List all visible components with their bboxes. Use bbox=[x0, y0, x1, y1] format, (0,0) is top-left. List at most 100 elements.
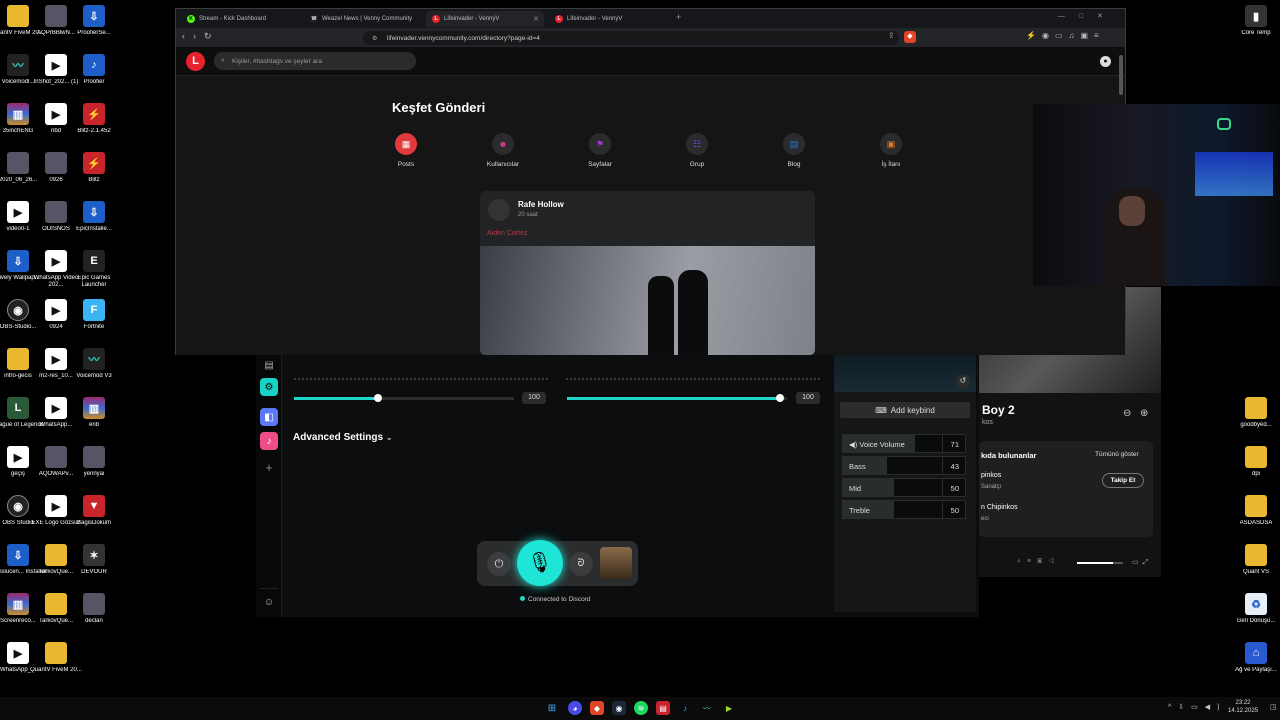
desktop-icon-label: geçiş bbox=[10, 471, 25, 477]
slider-1-track[interactable] bbox=[294, 394, 514, 402]
desktop-icon-label: declan bbox=[85, 618, 103, 624]
category-2[interactable]: ☻ Kullanıcılar bbox=[473, 133, 533, 168]
desktop-icon[interactable]: ⇩ EpicInstalle... bbox=[64, 201, 124, 233]
clock[interactable]: 23:22 14.12.2025 bbox=[1228, 699, 1258, 715]
desktop-icon[interactable]: ▼ BagisDokum bbox=[64, 495, 124, 527]
eq-row[interactable]: ◀) Voice Volume 71 bbox=[842, 434, 966, 453]
desktop-icon-label: Quant VS bbox=[1242, 569, 1269, 575]
slider-2-track[interactable] bbox=[567, 394, 787, 402]
category-1[interactable]: ▦ Posts bbox=[376, 133, 436, 168]
desktop-icon[interactable]: ⇩ ProofierSe... bbox=[64, 5, 124, 37]
tab-1[interactable]: K Stream - Kick Dashboard bbox=[181, 11, 299, 27]
follow-button[interactable]: Takip Et bbox=[1102, 473, 1144, 488]
desktop-icon[interactable]: E Epic Games Launcher bbox=[64, 250, 124, 289]
add-icon[interactable]: + bbox=[260, 458, 278, 476]
slider-1-handle[interactable] bbox=[373, 394, 382, 402]
category-6[interactable]: ▣ İş İlanı bbox=[861, 133, 921, 168]
voice-avatar[interactable] bbox=[600, 547, 632, 579]
account-icon[interactable]: ● bbox=[1100, 56, 1111, 67]
reset-icon[interactable]: ↺ bbox=[956, 374, 970, 388]
power-icon[interactable]: ⏻ bbox=[487, 552, 511, 576]
tab-4[interactable]: L Lifeinvader - VennyV bbox=[549, 11, 667, 27]
remove-icon[interactable]: ⊖ bbox=[1123, 408, 1131, 419]
voicemod-icon[interactable]: 〰 bbox=[700, 701, 714, 715]
category-4[interactable]: ☷ Grup bbox=[667, 133, 727, 168]
app-icon-red[interactable]: ▤ bbox=[656, 701, 670, 715]
credits-title: kıda bulunanlar bbox=[981, 451, 1037, 460]
microphone-button[interactable]: 🎙 bbox=[517, 540, 563, 586]
desktop-icon[interactable]: QuantV FiveM 20... bbox=[26, 642, 86, 674]
desktop-icon[interactable]: 〰 Voicemod V3 bbox=[64, 348, 124, 380]
app-icon-1[interactable]: ◧ bbox=[260, 408, 278, 426]
new-tab-button[interactable]: + bbox=[676, 12, 681, 22]
discord-icon[interactable]: ◕ bbox=[568, 701, 582, 715]
add-icon[interactable]: ⊕ bbox=[1140, 408, 1148, 419]
player-controls[interactable]: ⌕≡▣◁ bbox=[1017, 558, 1060, 566]
desktop-icon[interactable]: dpi bbox=[1226, 446, 1280, 478]
desktop-icon[interactable]: ♻ Geri Dönüşü... bbox=[1226, 593, 1280, 625]
app-icon-2[interactable]: ♪ bbox=[260, 432, 278, 450]
post-author[interactable]: Rafe Hollow bbox=[518, 200, 564, 209]
fullscreen-icon[interactable]: ▭⤢ bbox=[1132, 558, 1152, 567]
url-field[interactable]: ⚙ lifeinvader.vennycommunity.com/director… bbox=[363, 31, 899, 45]
scrollbar[interactable] bbox=[1119, 55, 1123, 95]
brave-icon[interactable]: ◆ bbox=[590, 701, 604, 715]
brave-shield-icon[interactable]: ◆ bbox=[904, 31, 916, 43]
desktop-icon[interactable]: F Fortnite bbox=[64, 299, 124, 331]
eq-name: Treble bbox=[849, 506, 870, 515]
settings-icon[interactable]: ⚙ bbox=[260, 378, 278, 396]
eq-row[interactable]: Treble 50 bbox=[842, 500, 966, 519]
category-3[interactable]: ⚑ Sayfalar bbox=[570, 133, 630, 168]
desktop-icon[interactable]: ⚡ Blitz-2.1.452 bbox=[64, 103, 124, 135]
nav-buttons[interactable]: ‹›↻ bbox=[182, 31, 220, 42]
avatar[interactable] bbox=[488, 199, 510, 221]
share-icon[interactable]: ⇪ bbox=[888, 31, 895, 40]
toolbar-icons[interactable]: ⚡◉▭♫▣≡ bbox=[1026, 31, 1105, 40]
desktop-icon[interactable]: Quant VS bbox=[1226, 544, 1280, 576]
tray-icons[interactable]: ^⇩▭◀) bbox=[1168, 703, 1226, 711]
desktop-icon[interactable]: ASDASDSA bbox=[1226, 495, 1280, 527]
desktop-icon[interactable]: ▮ Core Temp bbox=[1226, 5, 1280, 37]
track-title: Boy 2 bbox=[982, 403, 1015, 417]
site-info-icon[interactable]: ⚙ bbox=[372, 35, 377, 42]
category-5[interactable]: ▤ Blog bbox=[764, 133, 824, 168]
user-icon[interactable]: ☺ bbox=[260, 593, 278, 611]
eq-row[interactable]: Mid 50 bbox=[842, 478, 966, 497]
desktop-icon[interactable]: ▥ enb bbox=[64, 397, 124, 429]
proofier-icon[interactable]: ♪ bbox=[678, 701, 692, 715]
site-logo[interactable]: L bbox=[186, 52, 205, 71]
desktop-icon[interactable]: goodbyed... bbox=[1226, 397, 1280, 429]
desktop-icon[interactable]: yennyai bbox=[64, 446, 124, 478]
volume-track[interactable] bbox=[1077, 562, 1123, 564]
mixer-icon[interactable]: ▤ bbox=[260, 356, 278, 374]
start-button[interactable]: ⊞ bbox=[545, 701, 559, 715]
desktop-icon-label: BagisDokum bbox=[76, 520, 111, 526]
eq-value: 50 bbox=[950, 484, 959, 493]
eq-divider bbox=[942, 501, 943, 518]
site-search[interactable]: ⌕ Kişiler, #hashtags ve şeyler ara bbox=[214, 52, 416, 70]
credits-card: kıda bulunanlar Tümünü göster pinkos San… bbox=[979, 441, 1153, 537]
post-mention[interactable]: Aiden Cortez bbox=[487, 230, 527, 237]
desktop-icon[interactable]: ⚡ Blitz bbox=[64, 152, 124, 184]
desktop-icon-label: 0924 bbox=[49, 324, 63, 330]
post-image[interactable] bbox=[480, 246, 815, 355]
window-controls[interactable]: —□✕ bbox=[1058, 12, 1117, 20]
desktop-icon[interactable]: ✶ DEVOUR bbox=[64, 544, 124, 576]
eq-row[interactable]: Bass 43 bbox=[842, 456, 966, 475]
eq-value: 71 bbox=[950, 440, 959, 449]
notification-icon[interactable]: ◳ bbox=[1270, 703, 1277, 711]
hear-myself-icon[interactable]: ᘐ bbox=[569, 552, 593, 576]
add-keybind-button[interactable]: ⌨ Add keybind bbox=[840, 402, 970, 418]
media-player-icon[interactable]: ▶ bbox=[722, 701, 736, 715]
close-icon[interactable]: ✕ bbox=[533, 15, 539, 23]
tab-2[interactable]: W Weazel News | Venny Community bbox=[304, 11, 422, 27]
tab-3[interactable]: L Lifeinvader - VennyV ✕ bbox=[426, 11, 544, 27]
show-all-link[interactable]: Tümünü göster bbox=[1095, 451, 1139, 458]
spotify-icon[interactable]: ≋ bbox=[634, 701, 648, 715]
slider-2-handle[interactable] bbox=[776, 394, 785, 402]
advanced-settings-toggle[interactable]: Advanced Settings ⌄ bbox=[293, 432, 393, 443]
steam-icon[interactable]: ◉ bbox=[612, 701, 626, 715]
desktop-icon[interactable]: ⌂ Ağ ve Paylaşı... bbox=[1226, 642, 1280, 674]
desktop-icon[interactable]: declan bbox=[64, 593, 124, 625]
desktop-icon[interactable]: ♪ Proofier bbox=[64, 54, 124, 86]
